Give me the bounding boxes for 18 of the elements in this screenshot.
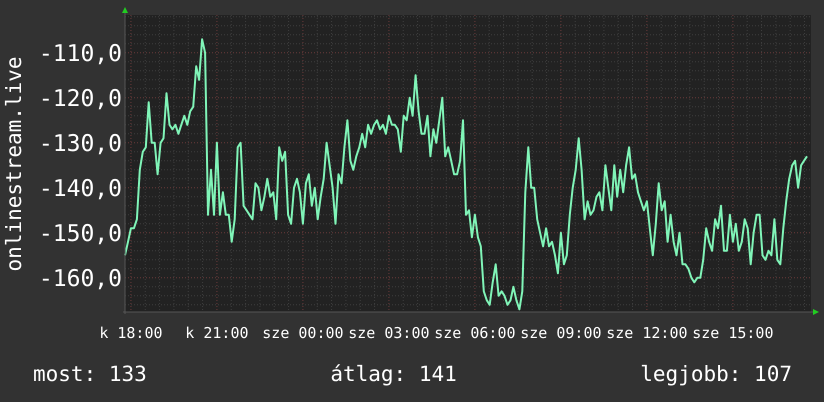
axis-label: sze 00:00	[262, 324, 344, 342]
axis-label: sze 12:00	[606, 324, 688, 342]
axis-label: sze 15:00	[692, 324, 774, 342]
axis-label: -130,0	[38, 130, 122, 157]
axis-label: -140,0	[38, 176, 122, 202]
axis-label: -120,0	[38, 86, 122, 112]
axis-label: k 18:00	[99, 324, 163, 342]
axis-title: onlinestream.live	[2, 56, 26, 272]
axis-label: sze 03:00	[348, 324, 430, 342]
stat-text: átlag: 141	[330, 362, 457, 386]
stat-text: most: 133	[33, 362, 147, 386]
axis-label: sze 09:00	[520, 324, 602, 342]
axis-label: k 21:00	[185, 324, 249, 342]
axis-label: -160,0	[38, 266, 122, 292]
axis-label: -110,0	[38, 40, 122, 67]
stat-text: legjobb: 107	[640, 362, 792, 386]
axis-label: sze 06:00	[434, 324, 516, 342]
axis-label: -150,0	[38, 220, 122, 247]
